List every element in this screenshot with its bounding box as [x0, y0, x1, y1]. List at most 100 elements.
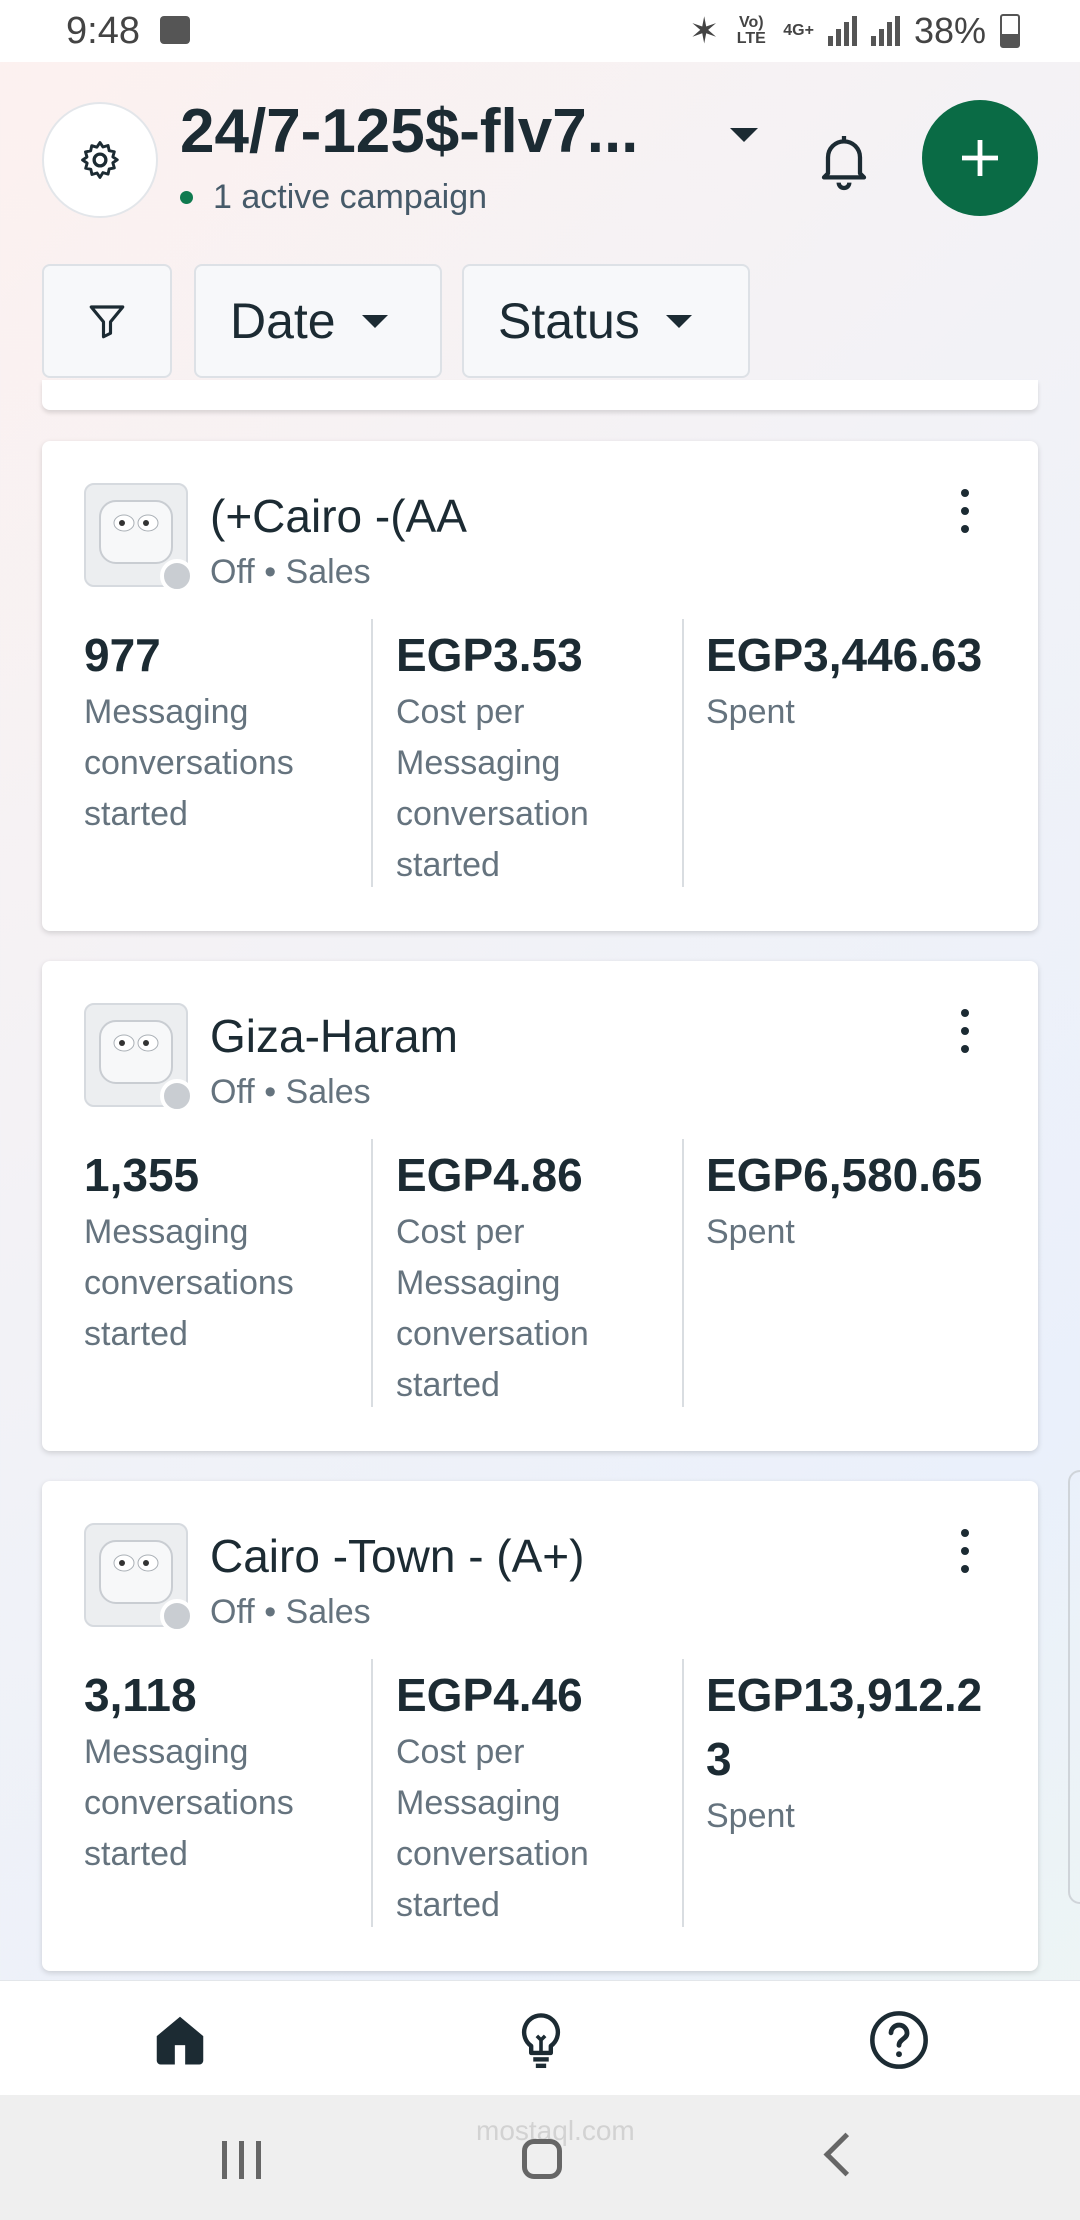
metric-spent: EGP13,912.23 Spent — [706, 1663, 1006, 1842]
signal-icon — [870, 16, 900, 46]
date-filter-label: Date — [230, 293, 336, 349]
metric-label: Spent — [706, 693, 795, 731]
status-filter-label: Status — [498, 293, 640, 349]
metric-cost-per-result: EGP4.46 Cost per Messaging conversation … — [396, 1663, 666, 1931]
battery-icon — [1000, 14, 1020, 48]
bottom-tab-bar — [0, 1980, 1080, 2096]
campaign-objective: Sales — [285, 553, 371, 591]
metric-label: Cost per Messaging conversation started — [396, 693, 589, 884]
metric-label: Cost per Messaging conversation started — [396, 1733, 589, 1924]
home-button[interactable] — [522, 2139, 562, 2179]
plus-icon — [962, 140, 998, 176]
divider — [371, 619, 373, 887]
campaign-status-line: Off • Sales — [210, 1073, 371, 1112]
volte-icon: Vo) LTE — [736, 14, 766, 47]
metric-label: Messaging conversations started — [84, 1733, 294, 1873]
back-button[interactable] — [823, 2132, 868, 2177]
metric-label: Spent — [706, 1213, 795, 1251]
campaign-thumbnail — [84, 1523, 194, 1633]
divider — [371, 1139, 373, 1407]
campaign-status-line: Off • Sales — [210, 553, 371, 592]
tab-ideas[interactable] — [506, 2005, 576, 2075]
home-icon — [156, 2016, 204, 2065]
metric-conversations: 977 Messaging conversations started — [84, 623, 354, 840]
status-bar: 9:48 ✶ Vo) LTE 4G+ 38% — [0, 0, 1080, 62]
metric-label: Cost per Messaging conversation started — [396, 1213, 589, 1404]
campaign-thumbnail — [84, 1003, 194, 1113]
caret-down-icon[interactable] — [730, 128, 758, 142]
campaign-objective: Sales — [285, 1073, 371, 1111]
network-type-icon: 4G+ — [783, 22, 814, 39]
campaign-status: Off — [210, 1593, 255, 1631]
tab-home[interactable] — [145, 2005, 215, 2075]
campaign-name[interactable]: Cairo -Town - (A+) — [210, 1529, 584, 1583]
filter-icon — [89, 305, 125, 339]
divider — [371, 1659, 373, 1927]
metric-cost-per-result: EGP3.53 Cost per Messaging conversation … — [396, 623, 666, 891]
recent-apps-button[interactable] — [222, 2141, 261, 2179]
metric-value: EGP3,446.63 — [706, 629, 983, 681]
divider — [682, 1139, 684, 1407]
lightbulb-icon — [521, 2013, 561, 2069]
campaign-status: Off — [210, 553, 255, 591]
metric-conversations: 3,118 Messaging conversations started — [84, 1663, 354, 1880]
metric-spent: EGP6,580.65 Spent — [706, 1143, 1006, 1258]
metric-value: 3,118 — [84, 1669, 197, 1721]
active-campaign-status: 1 active campaign — [180, 178, 487, 217]
campaign-status-dot — [160, 559, 194, 593]
separator: • — [264, 1073, 277, 1111]
filter-button[interactable] — [42, 264, 172, 378]
side-panel-handle[interactable] — [1068, 1470, 1080, 1904]
status-indicators: ✶ Vo) LTE 4G+ 38% — [689, 10, 1020, 52]
create-button[interactable] — [922, 100, 1038, 216]
campaign-status-dot — [160, 1599, 194, 1633]
caret-down-icon — [361, 314, 388, 328]
campaign-name[interactable]: Giza-Haram — [210, 1009, 458, 1063]
campaign-status-dot — [160, 1079, 194, 1113]
notifications-button[interactable] — [812, 128, 876, 192]
metric-value: 977 — [84, 629, 161, 681]
metric-value: EGP13,912.23 — [706, 1669, 983, 1785]
bell-icon — [821, 136, 867, 191]
divider — [682, 1659, 684, 1927]
metric-cost-per-result: EGP4.86 Cost per Messaging conversation … — [396, 1143, 666, 1411]
metric-value: 1,355 — [84, 1149, 200, 1201]
metric-value: EGP6,580.65 — [706, 1149, 983, 1201]
ad-account-name[interactable]: 24/7-125$-flv7... — [180, 96, 638, 167]
active-dot — [180, 191, 193, 204]
campaign-card[interactable]: Giza-Haram Off • Sales 1,355 Messaging c… — [42, 961, 1038, 1451]
bluetooth-icon: ✶ — [689, 10, 720, 51]
system-nav-bar: mostaql.com — [0, 2095, 1080, 2220]
metric-conversations: 1,355 Messaging conversations started — [84, 1143, 354, 1360]
help-icon — [870, 2011, 928, 2069]
separator: • — [264, 1593, 277, 1631]
divider — [682, 619, 684, 887]
metric-value: EGP4.46 — [396, 1669, 583, 1721]
campaign-card[interactable]: Cairo -Town - (A+) Off • Sales 3,118 Mes… — [42, 1481, 1038, 1971]
campaign-objective: Sales — [285, 1593, 371, 1631]
metric-value: EGP4.86 — [396, 1149, 583, 1201]
date-filter-button[interactable]: Date — [194, 264, 442, 378]
battery-percent: 38% — [913, 10, 986, 51]
metric-label: Spent — [706, 1797, 795, 1835]
metric-spent: EGP3,446.63 Spent — [706, 623, 1006, 738]
kebab-menu-icon[interactable] — [950, 1529, 980, 1573]
campaign-name[interactable]: (+Cairo -(AA — [210, 489, 467, 543]
campaign-card[interactable]: (+Cairo -(AA Off • Sales 977 Messaging c… — [42, 441, 1038, 931]
previous-campaign-card — [42, 380, 1038, 410]
metric-label: Messaging conversations started — [84, 693, 294, 833]
active-campaign-text: 1 active campaign — [213, 178, 488, 216]
settings-button[interactable] — [42, 102, 158, 218]
status-time: 9:48 — [66, 10, 140, 52]
kebab-menu-icon[interactable] — [950, 1009, 980, 1053]
status-filter-button[interactable]: Status — [462, 264, 750, 378]
signal-icon — [827, 16, 857, 46]
gear-icon — [81, 141, 119, 179]
campaign-status: Off — [210, 1073, 255, 1111]
kebab-menu-icon[interactable] — [950, 489, 980, 533]
campaign-status-line: Off • Sales — [210, 1593, 371, 1632]
tab-help[interactable] — [864, 2005, 934, 2075]
metric-label: Messaging conversations started — [84, 1213, 294, 1353]
caret-down-icon — [665, 314, 692, 328]
metric-value: EGP3.53 — [396, 629, 583, 681]
